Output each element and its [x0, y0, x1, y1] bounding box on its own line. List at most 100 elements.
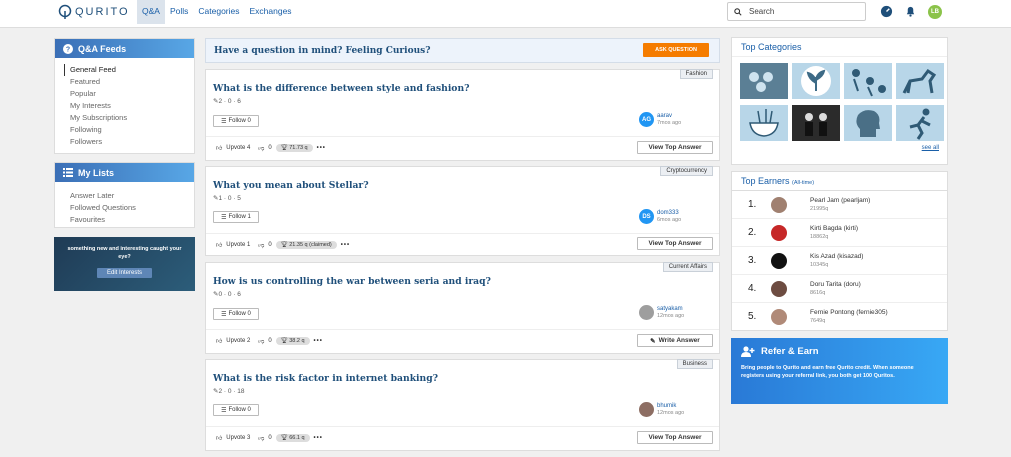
category-tile[interactable]	[792, 105, 840, 141]
earner-row[interactable]: 2. Kirti Bagda (kirti) 18862q	[732, 219, 947, 247]
thumbs-down-icon[interactable]: 👎︎	[258, 337, 264, 345]
category-tag[interactable]: Fashion	[679, 69, 713, 79]
more-icon[interactable]: •••	[314, 338, 323, 344]
question-meta: ✎0 · 0 · 6	[213, 290, 241, 298]
qa-feeds-panel: ? Q&A Feeds General Feed Featured Popula…	[54, 38, 195, 154]
author[interactable]: DS dom333 6mos ago	[639, 209, 681, 224]
category-tile[interactable]	[844, 105, 892, 141]
earner-row[interactable]: 5. Fernie Pontong (fernie305) 7649q	[732, 303, 947, 330]
feed-general[interactable]: General Feed	[64, 64, 194, 76]
thumbs-up-icon[interactable]: 👍︎	[216, 434, 222, 442]
view-top-answer-button[interactable]: View Top Answer	[637, 431, 713, 444]
author[interactable]: satyakam 12mos ago	[639, 305, 684, 320]
question-title[interactable]: What is the difference between style and…	[213, 83, 470, 94]
earner-avatar	[771, 280, 787, 297]
question-title[interactable]: What you mean about Stellar?	[213, 180, 369, 191]
search-input[interactable]: Search	[727, 2, 866, 21]
category-tag[interactable]: Current Affairs	[662, 262, 713, 272]
feed-followers[interactable]: Followers	[70, 136, 194, 148]
reward-pill: 🏆︎ 21.35 q (claimed)	[275, 241, 337, 249]
list-answer-later[interactable]: Answer Later	[70, 190, 194, 202]
my-lists-title: My Lists	[78, 167, 115, 178]
bell-icon[interactable]	[905, 5, 916, 17]
rss-icon: ☰	[221, 214, 227, 221]
upvote-label[interactable]: Upvote 3	[226, 435, 250, 441]
thumbs-up-icon[interactable]: 👍︎	[216, 144, 222, 152]
earner-score: 10345q	[810, 262, 829, 268]
earner-name[interactable]: Fernie Pontong (fernie305)	[810, 309, 888, 317]
view-top-answer-button[interactable]: View Top Answer	[637, 237, 713, 250]
category-tag[interactable]: Cryptocurrency	[660, 166, 713, 176]
nav-qa[interactable]: Q&A	[137, 0, 165, 24]
more-icon[interactable]: •••	[317, 145, 326, 151]
author-name[interactable]: satyakam	[657, 306, 684, 313]
dashboard-gauge-icon[interactable]	[880, 5, 893, 18]
feed-my-interests[interactable]: My Interests	[70, 100, 194, 112]
follow-button[interactable]: ☰ Follow 1	[213, 211, 259, 223]
user-avatar[interactable]: LB	[928, 5, 942, 19]
thumbs-up-icon[interactable]: 👍︎	[216, 337, 222, 345]
svg-text:?: ?	[66, 46, 70, 53]
category-tile[interactable]	[844, 63, 892, 99]
more-icon[interactable]: •••	[341, 242, 350, 248]
question-title[interactable]: What is the risk factor in internet bank…	[213, 373, 438, 384]
qurito-logo-icon	[58, 4, 72, 19]
thumbs-down-icon[interactable]: 👎︎	[258, 144, 264, 152]
refer-earn-panel[interactable]: Refer & Earn Bring people to Qurito and …	[731, 338, 948, 404]
author-name[interactable]: aarav	[657, 113, 681, 120]
promo-text: something new and interesting caught you…	[67, 246, 182, 260]
thumbs-down-icon[interactable]: 👎︎	[258, 241, 264, 249]
category-tile[interactable]	[740, 63, 788, 99]
divider	[206, 426, 719, 427]
author[interactable]: bhumik 12mos ago	[639, 402, 684, 417]
list-favourites[interactable]: Favourites	[70, 214, 194, 226]
edit-interests-button[interactable]: Edit Interests	[96, 268, 152, 278]
list-followed-questions[interactable]: Followed Questions	[70, 202, 194, 214]
write-answer-button[interactable]: ✎ Write Answer	[637, 334, 713, 347]
follow-button[interactable]: ☰ Follow 0	[213, 404, 259, 416]
feed-my-subscriptions[interactable]: My Subscriptions	[70, 112, 194, 124]
author[interactable]: AG aarav 7mos ago	[639, 112, 681, 127]
earner-row[interactable]: 4. Doru Tarita (doru) 8616q	[732, 275, 947, 303]
ask-question-button[interactable]: ASK QUESTION	[643, 43, 709, 57]
upvote-label[interactable]: Upvote 1	[226, 242, 250, 248]
nav-exchanges[interactable]: Exchanges	[245, 0, 297, 24]
earner-score: 8616q	[810, 290, 826, 296]
thumbs-down-icon[interactable]: 👎︎	[258, 434, 264, 442]
earner-name[interactable]: Kis Azad (kisazad)	[810, 253, 863, 261]
rss-icon: ☰	[221, 407, 227, 414]
earner-name[interactable]: Doru Tarita (doru)	[810, 281, 861, 289]
upvote-label[interactable]: Upvote 4	[226, 145, 250, 151]
category-tile[interactable]	[740, 105, 788, 141]
thumbs-up-icon[interactable]: 👍︎	[216, 241, 222, 249]
feed-featured[interactable]: Featured	[70, 76, 194, 88]
author-name[interactable]: bhumik	[657, 403, 684, 410]
nav-polls[interactable]: Polls	[165, 0, 193, 24]
category-tile[interactable]	[896, 63, 944, 99]
earner-name[interactable]: Pearl Jam (pearljam)	[810, 197, 870, 205]
category-tag[interactable]: Business	[676, 359, 713, 369]
see-all-link[interactable]: see all	[732, 141, 947, 153]
earner-row[interactable]: 1. Pearl Jam (pearljam) 21995q	[732, 191, 947, 219]
feed-following[interactable]: Following	[70, 124, 194, 136]
view-top-answer-button[interactable]: View Top Answer	[637, 141, 713, 154]
coins-icon	[749, 72, 773, 92]
question-title[interactable]: How is us controlling the war between se…	[213, 276, 491, 287]
feed-popular[interactable]: Popular	[70, 88, 194, 100]
category-tile[interactable]	[792, 63, 840, 99]
divider	[206, 329, 719, 330]
upvote-label[interactable]: Upvote 2	[226, 338, 250, 344]
more-icon[interactable]: •••	[314, 435, 323, 441]
earner-row[interactable]: 3. Kis Azad (kisazad) 10345q	[732, 247, 947, 275]
earner-name[interactable]: Kirti Bagda (kirti)	[810, 225, 858, 233]
follow-button[interactable]: ☰ Follow 0	[213, 115, 259, 127]
refer-text: Bring people to Qurito and earn free Qur…	[741, 365, 914, 379]
search-icon	[734, 7, 742, 16]
nav-categories[interactable]: Categories	[193, 0, 244, 24]
category-tile[interactable]	[896, 105, 944, 141]
divider	[206, 136, 719, 137]
follow-button[interactable]: ☰ Follow 0	[213, 308, 259, 320]
earner-score: 21995q	[810, 206, 829, 212]
logo[interactable]: QURITO	[58, 4, 130, 20]
author-name[interactable]: dom333	[657, 210, 681, 217]
